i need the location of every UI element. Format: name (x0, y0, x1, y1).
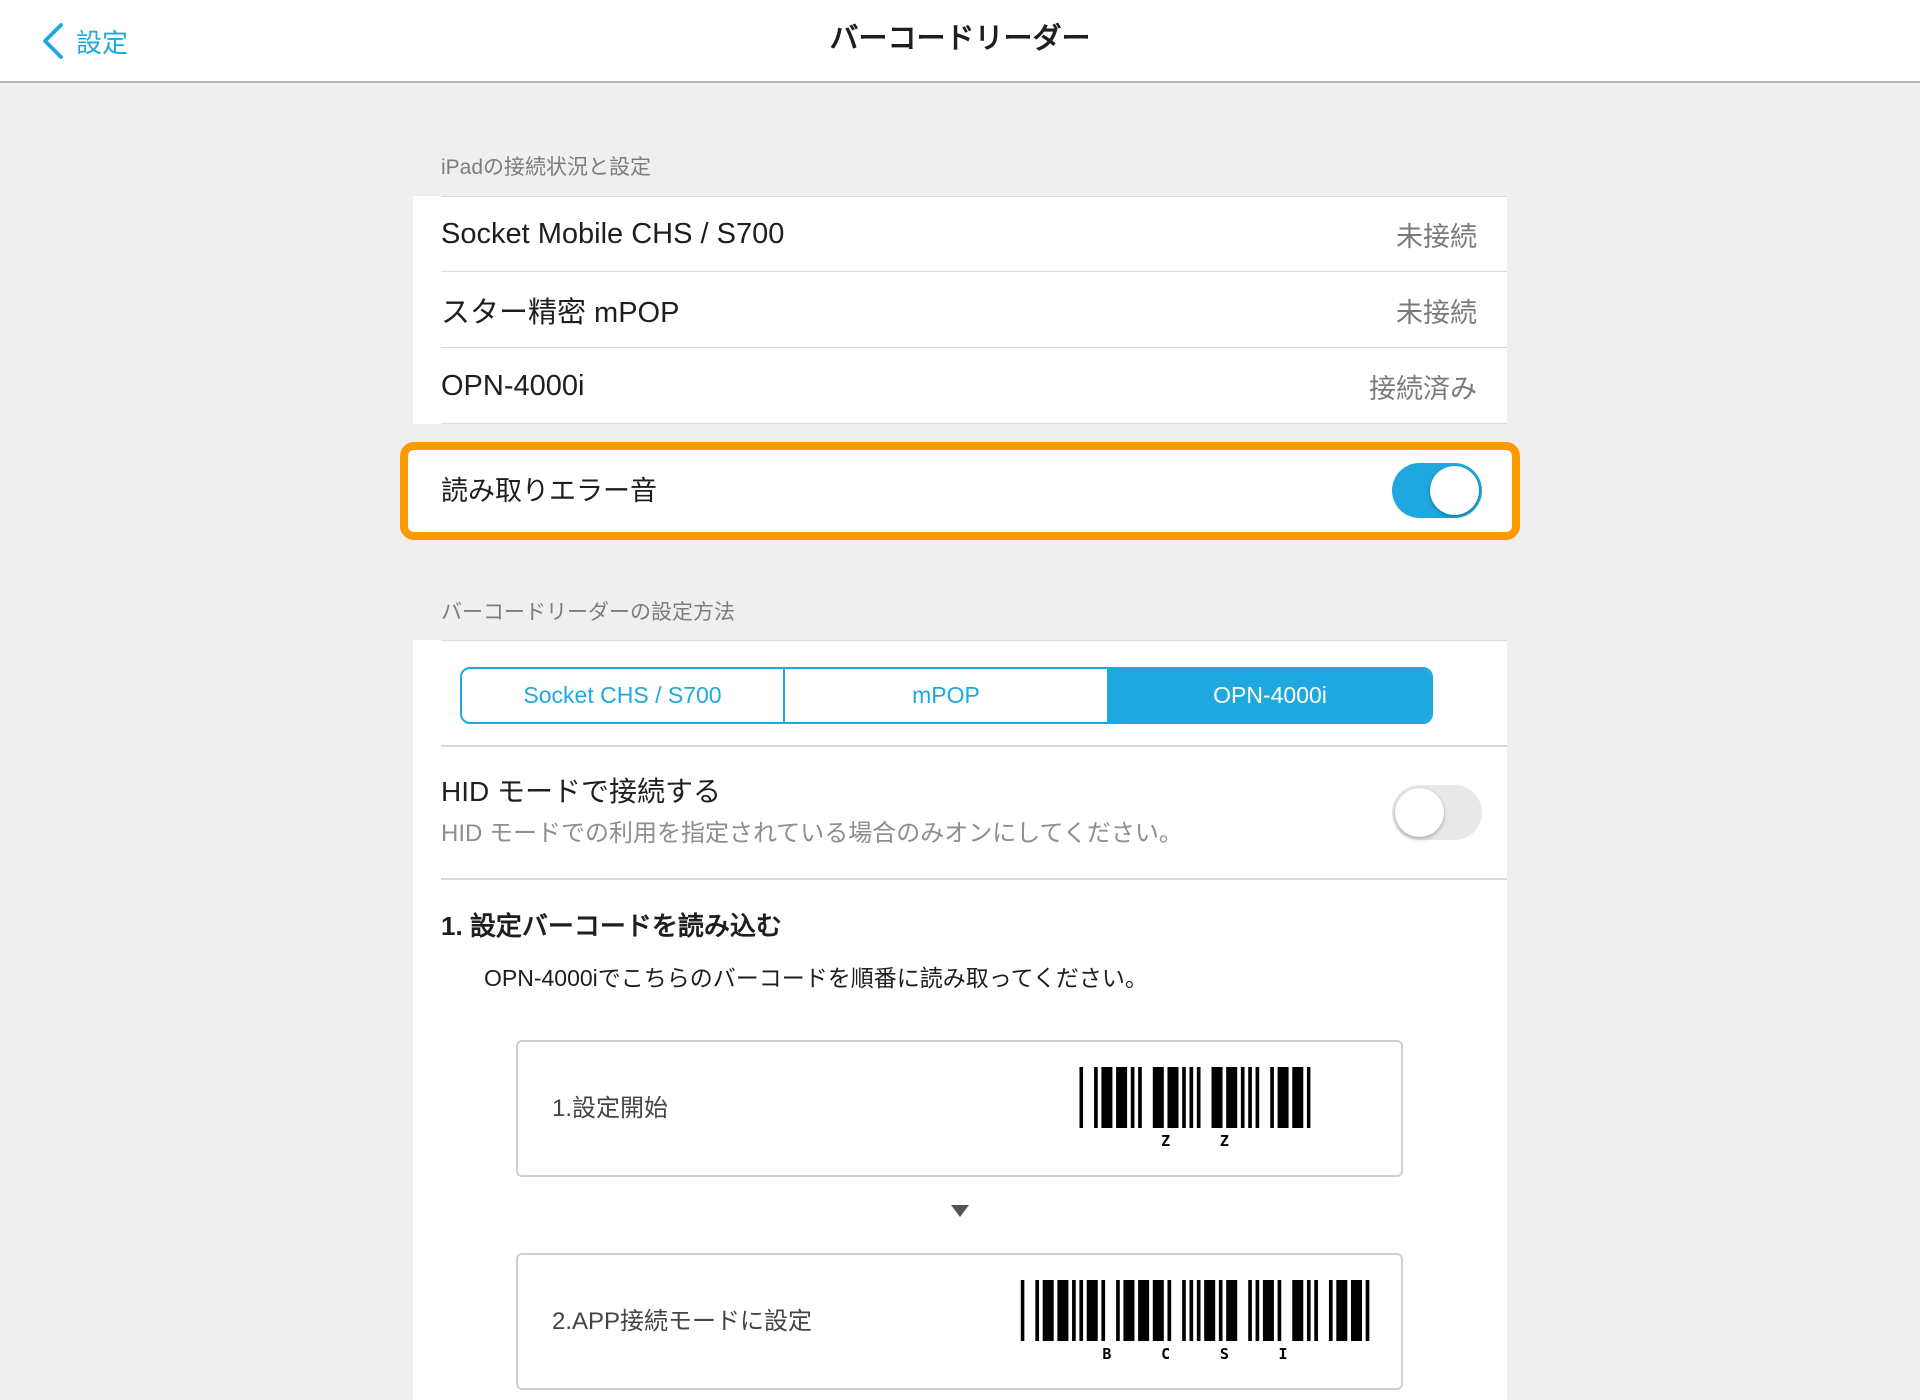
tab-mpop[interactable]: mPOP (783, 669, 1107, 722)
device-row: スター精密 mPOP 未接続 (413, 272, 1507, 348)
barcode-bar (1277, 1280, 1282, 1341)
barcode-bar (1328, 1280, 1333, 1341)
device-name: スター精密 mPOP (441, 297, 680, 329)
barcode-char: Z (1161, 1132, 1170, 1150)
device-row: OPN-4000i 接続済み (413, 348, 1507, 424)
barcode: BCSI (1020, 1280, 1370, 1364)
barcode-bar (1138, 1280, 1150, 1341)
section-header-connection: iPadの接続状況と設定 (441, 156, 652, 179)
barcode-char: I (1279, 1345, 1288, 1363)
barcode-bar (1248, 1280, 1252, 1341)
barcode-bar (1123, 1280, 1135, 1341)
device-name: OPN-4000i (441, 369, 585, 402)
barcode-bar (1189, 1067, 1194, 1128)
barcode-bar (1035, 1280, 1040, 1341)
barcode-bar (1167, 1280, 1172, 1341)
barcode-bar (1182, 1067, 1186, 1128)
barcode-bar (1167, 1067, 1179, 1128)
barcode-bar (1292, 1067, 1304, 1128)
error-sound-toggle[interactable] (1392, 463, 1482, 518)
barcode-bar (1306, 1067, 1311, 1128)
barcode-graphic: ZZ (1079, 1067, 1311, 1150)
barcode-bar (1152, 1280, 1164, 1341)
device-row: Socket Mobile CHS / S700 未接続 (413, 196, 1507, 272)
device-status: 接続済み (1369, 373, 1477, 404)
tab-socket-chs-s700[interactable]: Socket CHS / S700 (462, 669, 783, 722)
device-status-list: Socket Mobile CHS / S700 未接続 スター精密 mPOP … (413, 196, 1507, 424)
barcode-bar (1196, 1280, 1201, 1341)
barcode-bar (1270, 1067, 1274, 1128)
barcode-bar (1226, 1067, 1238, 1128)
barcode-bar (1350, 1280, 1362, 1341)
step-instruction: OPN-4000iでこちらのバーコードを順番に読み取ってください。 (484, 965, 1148, 991)
barcode-bar (1277, 1067, 1289, 1128)
barcode-bar (1079, 1067, 1084, 1128)
device-status: 未接続 (1396, 221, 1477, 252)
barcode-bar (1101, 1067, 1113, 1128)
hid-mode-title: HID モードで接続する (441, 776, 722, 807)
error-sound-label: 読み取りエラー音 (441, 476, 657, 506)
barcode-bar (1086, 1280, 1098, 1341)
barcode-bar (1204, 1280, 1216, 1341)
barcode-bar (1196, 1067, 1201, 1128)
barcode-bar (1262, 1280, 1274, 1341)
barcode-bar (1020, 1280, 1025, 1341)
barcode-bar (1240, 1067, 1245, 1128)
barcode-bar (1306, 1280, 1311, 1341)
barcode-bar (1211, 1067, 1223, 1128)
toggle-knob (1430, 466, 1479, 515)
barcode-char: B (1102, 1345, 1111, 1363)
divider (441, 878, 1507, 880)
settings-column: iPadの接続状況と設定 Socket Mobile CHS / S700 未接… (400, 0, 1520, 1400)
barcode-bar (1182, 1280, 1186, 1341)
barcode-bar (1365, 1280, 1370, 1341)
barcode-graphic: BCSI (1020, 1280, 1370, 1363)
barcode-bar (1226, 1280, 1238, 1341)
tab-opn-4000i[interactable]: OPN-4000i (1107, 669, 1431, 722)
back-button-label: 設定 (76, 27, 129, 58)
barcode-bar (1248, 1067, 1252, 1128)
step-heading: 1. 設定バーコードを読み込む (441, 911, 782, 941)
barcode-bar (1101, 1280, 1106, 1341)
barcode-bar (1057, 1280, 1069, 1341)
back-button[interactable]: 設定 (42, 20, 128, 62)
device-status: 未接続 (1396, 297, 1477, 328)
barcode-bar (1130, 1067, 1135, 1128)
barcode-bar (1255, 1280, 1260, 1341)
barcode-bar (1255, 1067, 1260, 1128)
barcode-char: Z (1220, 1132, 1229, 1150)
device-name: Socket Mobile CHS / S700 (441, 217, 785, 250)
barcode-bar (1314, 1280, 1318, 1341)
barcode-bar (1138, 1067, 1142, 1128)
barcode-bar (1189, 1280, 1194, 1341)
hid-mode-toggle[interactable] (1392, 785, 1482, 840)
barcode-bar (1042, 1280, 1054, 1341)
error-sound-row-highlighted: 読み取りエラー音 (400, 442, 1520, 540)
barcode-bar (1292, 1280, 1304, 1341)
toggle-knob (1395, 788, 1444, 837)
barcode-card-label: 2.APP接続モードに設定 (552, 1308, 813, 1335)
barcode-card: 1.設定開始 ZZ (516, 1040, 1403, 1177)
chevron-left-icon (42, 22, 64, 60)
barcode-card: 2.APP接続モードに設定 B C S I (516, 1253, 1403, 1390)
barcode-bar (1072, 1280, 1076, 1341)
barcode-bar (1336, 1280, 1348, 1341)
barcode-card-label: 1.設定開始 (552, 1095, 669, 1122)
divider (441, 745, 1507, 747)
barcode-bar (1152, 1067, 1164, 1128)
barcode-bar (1116, 1067, 1128, 1128)
barcode-bar (1218, 1280, 1223, 1341)
setup-panel: Socket CHS / S700 mPOP OPN-4000i HID モード… (413, 640, 1507, 1400)
hid-mode-description: HID モードでの利用を指定されている場合のみオンにしてください。 (441, 820, 1183, 847)
barcode-char: C (1161, 1345, 1170, 1363)
down-triangle-icon (950, 1204, 970, 1218)
barcode-bar (1116, 1280, 1120, 1341)
barcode-bar (1079, 1280, 1084, 1341)
device-segmented-control: Socket CHS / S700 mPOP OPN-4000i (460, 667, 1433, 724)
section-header-setup: バーコードリーダーの設定方法 (441, 601, 735, 624)
barcode-bar (1094, 1067, 1098, 1128)
barcode: ZZ (1079, 1067, 1311, 1151)
barcode-char: S (1220, 1345, 1229, 1363)
